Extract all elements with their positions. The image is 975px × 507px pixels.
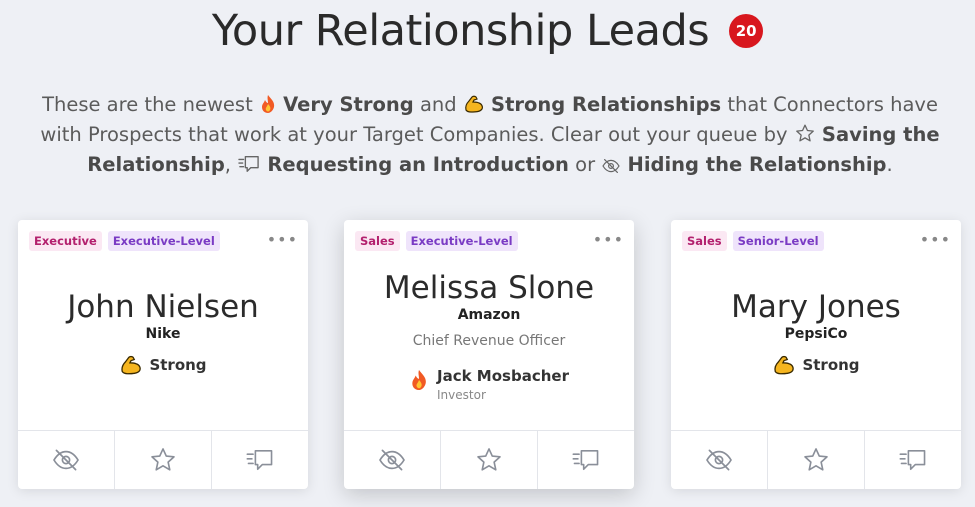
hide-relationship-button[interactable] <box>671 431 767 489</box>
request-intro-button[interactable] <box>537 431 634 489</box>
lead-card[interactable]: Executive Executive-Level ••• John Niels… <box>18 220 308 489</box>
flexed-bicep-icon <box>121 355 142 375</box>
strength-label: Strong <box>149 356 207 374</box>
prospect-name: John Nielsen <box>67 289 259 325</box>
relationship-strength: Strong <box>18 354 308 376</box>
save-relationship-button[interactable] <box>767 431 864 489</box>
star-icon <box>795 124 814 142</box>
prospect-company: PepsiCo <box>784 326 848 342</box>
prospect-role: Chief Revenue Officer <box>412 333 566 349</box>
request-intro-icon <box>899 449 926 471</box>
star-icon <box>804 448 828 471</box>
fire-icon <box>261 95 275 113</box>
request-intro-icon <box>246 449 273 471</box>
level-tag: Executive-Level <box>405 231 518 251</box>
lead-card[interactable]: Sales Executive-Level ••• Melissa Slone … <box>344 220 634 489</box>
request-intro-button[interactable] <box>211 431 308 489</box>
lead-count-badge: 20 <box>729 14 764 48</box>
more-options-icon[interactable]: ••• <box>920 230 951 249</box>
department-tag: Sales <box>682 231 727 251</box>
department-tag: Executive <box>29 231 102 251</box>
card-actions <box>671 430 961 489</box>
flexed-bicep-icon <box>464 95 483 113</box>
star-icon <box>151 448 175 471</box>
card-actions <box>18 430 308 489</box>
hide-eye-icon <box>706 449 732 471</box>
star-icon <box>477 448 501 471</box>
prospect-name: Mary Jones <box>731 289 901 325</box>
prospect-company: Nike <box>145 326 181 342</box>
hide-eye-icon <box>53 449 79 471</box>
page-description: These are the newest Very Strong and Str… <box>40 93 940 176</box>
page-title: Your Relationship Leads <box>211 6 710 56</box>
department-tag: Sales <box>355 231 400 251</box>
hide-eye-icon <box>602 159 620 173</box>
prospect-company: Amazon <box>457 307 521 323</box>
prospect-name: Melissa Slone <box>383 270 595 306</box>
connector-title: Investor <box>437 388 486 402</box>
page-header: Your Relationship Leads 20 <box>0 6 975 56</box>
request-intro-button[interactable] <box>864 431 961 489</box>
card-actions <box>344 430 634 489</box>
more-options-icon[interactable]: ••• <box>267 230 298 249</box>
connector-name: Jack Mosbacher <box>437 367 569 385</box>
connector-info: Jack Mosbacher Investor <box>344 367 634 402</box>
lead-tags: Executive Executive-Level <box>29 231 220 251</box>
lead-card[interactable]: Sales Senior-Level ••• Mary Jones PepsiC… <box>671 220 961 489</box>
lead-tags: Sales Executive-Level <box>355 231 518 251</box>
save-relationship-button[interactable] <box>114 431 211 489</box>
hide-relationship-button[interactable] <box>344 431 440 489</box>
relationship-strength: Strong <box>671 354 961 376</box>
strength-label: Strong <box>802 356 860 374</box>
more-options-icon[interactable]: ••• <box>593 230 624 249</box>
request-intro-icon <box>572 449 599 471</box>
level-tag: Senior-Level <box>732 231 824 251</box>
lead-tags: Sales Senior-Level <box>682 231 824 251</box>
hide-eye-icon <box>379 449 405 471</box>
request-intro-icon <box>238 156 259 172</box>
level-tag: Executive-Level <box>107 231 220 251</box>
flexed-bicep-icon <box>774 355 795 375</box>
hide-relationship-button[interactable] <box>18 431 114 489</box>
fire-icon <box>412 370 426 390</box>
save-relationship-button[interactable] <box>440 431 537 489</box>
